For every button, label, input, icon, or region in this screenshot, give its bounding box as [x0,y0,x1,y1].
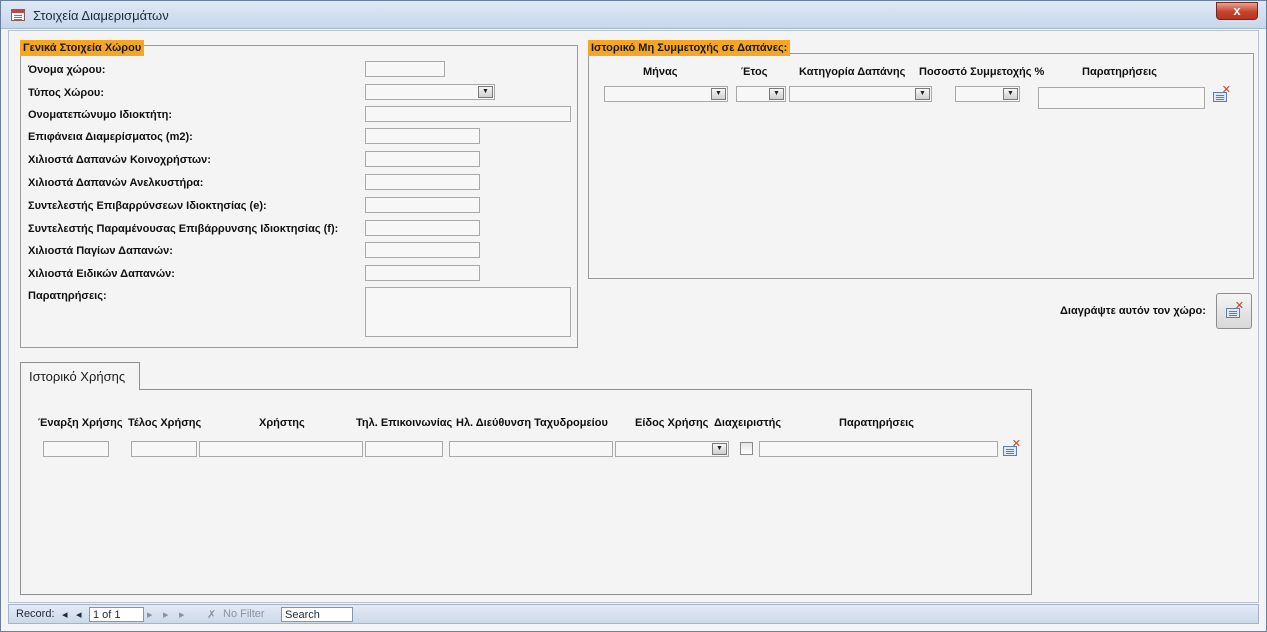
coef-f-label: Συντελεστής Παραμένουσας Επιβάρρυνσης Ιδ… [28,223,339,235]
usage-start-input[interactable] [43,441,109,457]
record-label: Record: [16,608,55,620]
coef-f-input[interactable] [365,220,480,236]
area-input[interactable] [365,128,480,144]
form-body: Γενικά Στοιχεία Χώρου Όνομα χώρου: Τύπος… [8,30,1259,603]
common-mills-input[interactable] [365,151,480,167]
area-label: Επιφάνεια Διαμερίσματος (m2): [28,131,193,143]
dropdown-arrow-icon[interactable]: ▼ [1003,88,1018,100]
coef-e-input[interactable] [365,197,480,213]
form-icon [11,9,25,21]
nonparticipation-title: Ιστορικό Μη Συμμετοχής σε Δαπάνες: [588,40,791,56]
window-title: Στοιχεία Διαμερισμάτων [33,8,169,23]
usage-type-header: Είδος Χρήσης [635,417,709,429]
first-record-button[interactable]: ◂ [62,608,68,621]
space-type-label: Τύπος Χώρου: [28,87,104,99]
usage-start-header: Έναρξη Χρήσης [38,417,123,429]
delete-space-label: Διαγράψτε αυτόν τον χώρο: [1060,305,1206,317]
common-mills-label: Χιλιοστά Δαπανών Κοινοχρήστων: [28,154,211,166]
np-category-header: Κατηγορία Δαπάνης [799,66,906,78]
last-record-button[interactable]: ▸ [163,608,169,621]
usage-manager-checkbox[interactable] [740,442,753,455]
dropdown-arrow-icon[interactable]: ▼ [769,88,784,100]
np-notes-input[interactable] [1038,87,1205,109]
elevator-mills-label: Χιλιοστά Δαπανών Ανελκυστήρα: [28,177,204,189]
usage-end-header: Τέλος Χρήσης [128,417,202,429]
usage-notes-header: Παρατηρήσεις [839,417,914,429]
coef-e-label: Συντελεστής Επιβαρρύνσεων Ιδιοκτησίας (e… [28,200,267,212]
dropdown-arrow-icon[interactable]: ▼ [712,443,727,455]
usage-email-input[interactable] [449,441,613,457]
filter-icon: ✗ [207,609,217,621]
dropdown-arrow-icon[interactable]: ▼ [478,86,493,98]
title-bar: Στοιχεία Διαμερισμάτων x [1,1,1266,29]
owner-input[interactable] [365,106,571,122]
general-info-title: Γενικά Στοιχεία Χώρου [20,40,145,56]
dropdown-arrow-icon[interactable]: ▼ [915,88,930,100]
previous-record-button[interactable]: ◂ [76,608,82,621]
np-month-header: Μήνας [643,66,678,78]
record-navigation-bar: Record: ◂ ◂ 1 of 1 ▸ ▸ ▸ ✗ No Filter Sea… [8,604,1259,624]
space-name-input[interactable] [365,61,445,77]
fixed-mills-label: Χιλιοστά Παγίων Δαπανών: [28,245,173,257]
form-window: Στοιχεία Διαμερισμάτων x Γενικά Στοιχεία… [0,0,1267,632]
new-record-button[interactable]: ▸ [179,608,185,621]
np-month-select[interactable]: ▼ [604,86,728,102]
fixed-mills-input[interactable] [365,242,480,258]
close-button[interactable]: x [1216,2,1258,20]
np-percent-header: Ποσοστό Συμμετοχής % [919,66,1045,78]
np-category-select[interactable]: ▼ [789,86,932,102]
usage-end-input[interactable] [131,441,197,457]
np-notes-header: Παρατηρήσεις [1082,66,1157,78]
dropdown-arrow-icon[interactable]: ▼ [711,88,726,100]
usage-notes-input[interactable] [759,441,998,457]
next-record-button[interactable]: ▸ [147,608,153,621]
elevator-mills-input[interactable] [365,174,480,190]
search-input[interactable]: Search [281,607,353,622]
usage-user-input[interactable] [199,441,363,457]
tab-usage-history[interactable]: Ιστορικό Χρήσης [20,362,140,390]
space-type-select[interactable]: ▼ [365,84,495,100]
no-filter-button[interactable]: No Filter [223,608,265,620]
np-year-select[interactable]: ▼ [736,86,786,102]
special-mills-label: Χιλιοστά Ειδικών Δαπανών: [28,268,175,280]
np-delete-record-icon[interactable]: ✕ [1212,85,1231,103]
usage-phone-header: Τηλ. Επικοινωνίας [356,417,453,429]
usage-manager-header: Διαχειριστής [714,417,782,429]
delete-record-icon: ✕ [1225,301,1244,319]
owner-label: Ονοματεπώνυμο Ιδιοκτήτη: [28,109,173,121]
np-percent-select[interactable]: ▼ [955,86,1020,102]
usage-user-header: Χρήστης [259,417,305,429]
usage-email-header: Ηλ. Διεύθυνση Ταχυδρομείου [456,417,608,429]
delete-space-button[interactable]: ✕ [1216,293,1252,329]
notes-textarea[interactable] [365,287,571,337]
usage-delete-record-icon[interactable]: ✕ [1002,439,1021,457]
notes-label: Παρατηρήσεις: [28,290,107,302]
np-year-header: Έτος [741,66,768,78]
usage-phone-input[interactable] [365,441,443,457]
usage-type-select[interactable]: ▼ [615,441,729,457]
special-mills-input[interactable] [365,265,480,281]
record-position-input[interactable]: 1 of 1 [89,607,144,622]
space-name-label: Όνομα χώρου: [28,64,106,76]
